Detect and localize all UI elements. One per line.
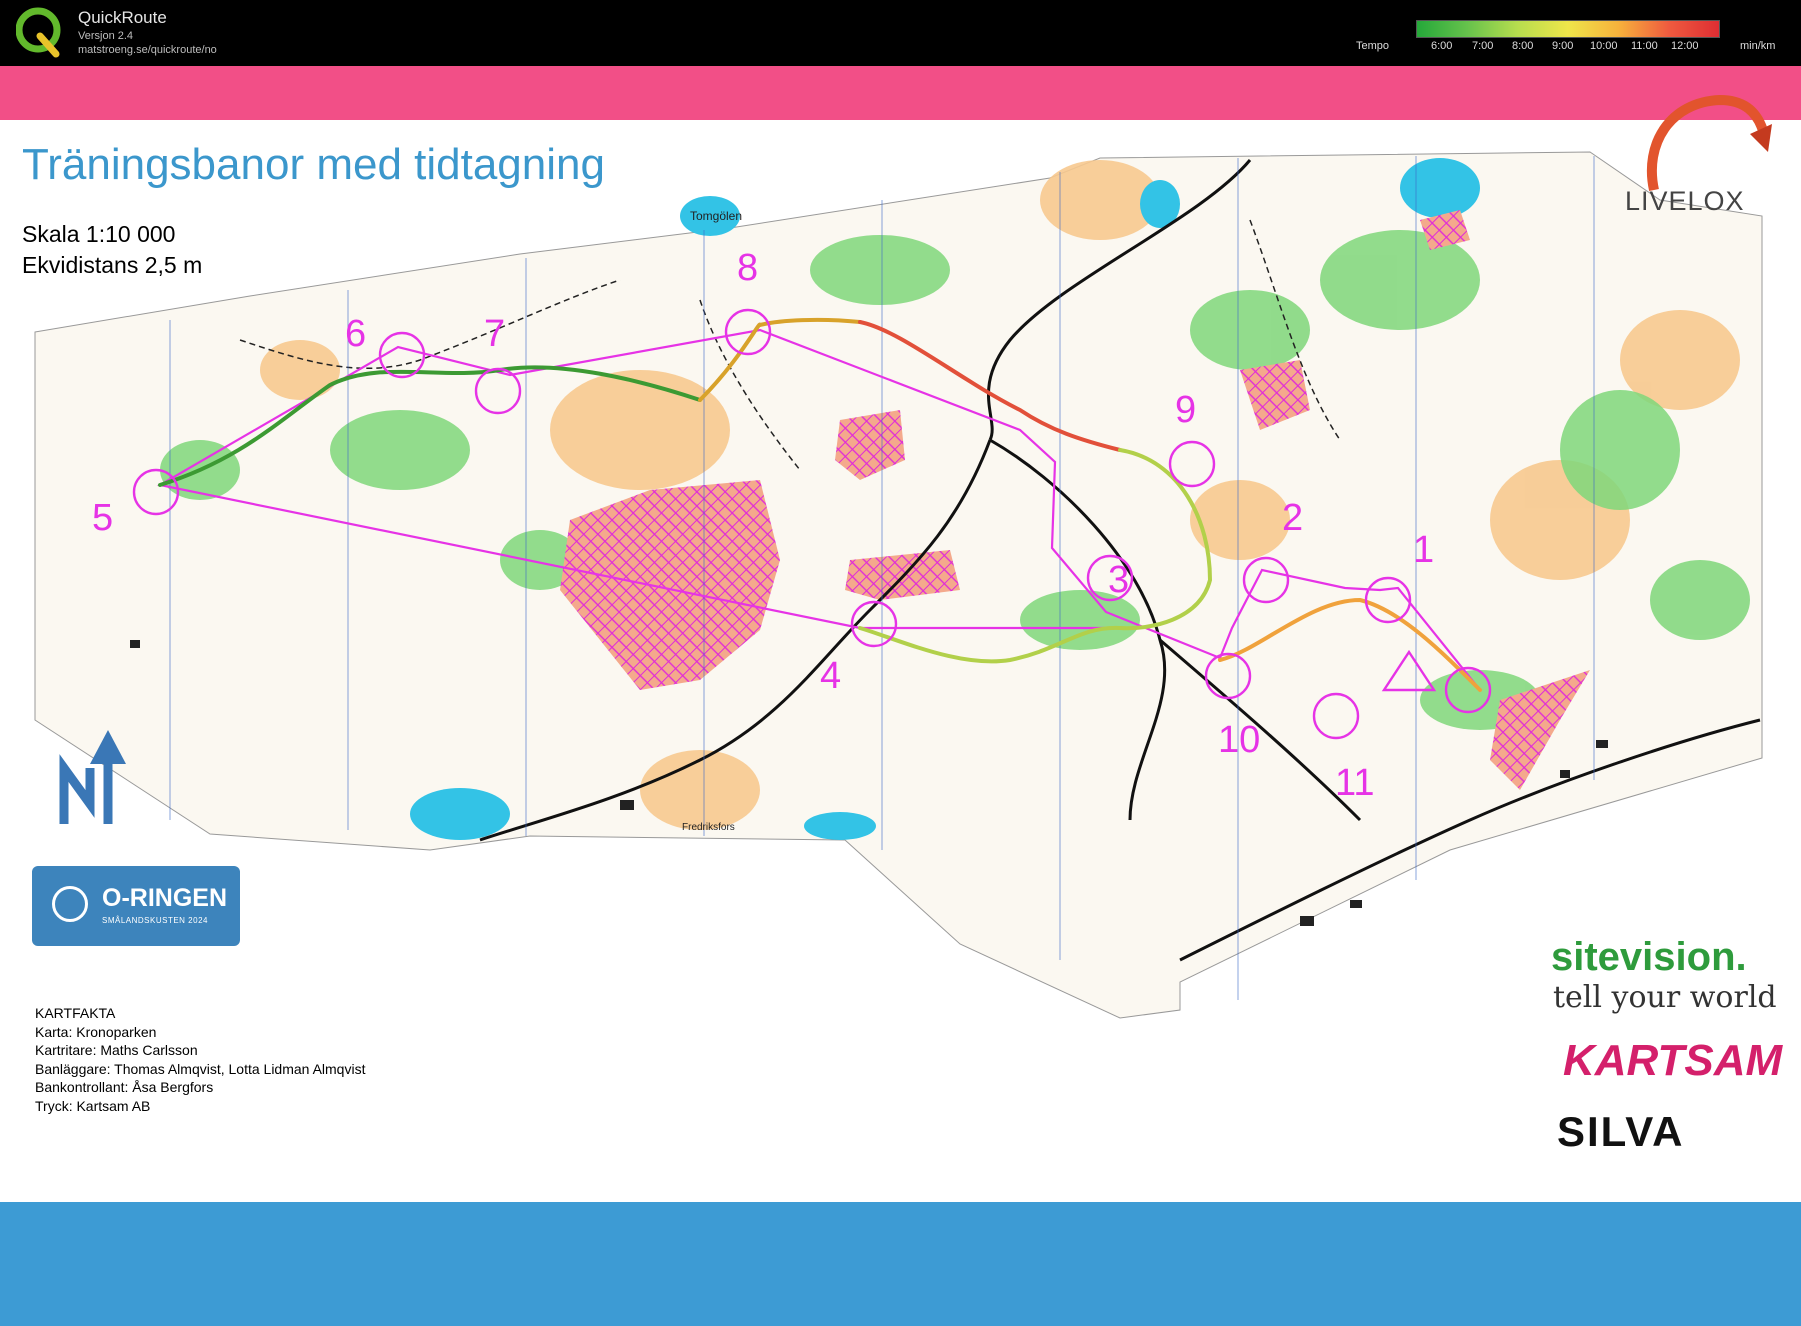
map-facts-heading: KARTFAKTA <box>35 1005 116 1021</box>
oringen-title: O-RINGEN <box>102 884 227 912</box>
map-facts-line: Kartritare: Maths Carlsson <box>35 1042 198 1058</box>
map-scale: Skala 1:10 000 <box>22 221 176 247</box>
north-arrow-icon <box>59 730 126 824</box>
control-number: 11 <box>1335 762 1374 804</box>
control-number: 4 <box>820 655 841 697</box>
map-facts-line: Karta: Kronoparken <box>35 1023 157 1040</box>
page-title: Träningsbanor med tidtagning <box>22 140 605 189</box>
control-number: 10 <box>1218 719 1260 761</box>
control-number: 1 <box>1413 529 1434 571</box>
map-facts-line: Banläggare: Thomas Almqvist, Lotta Lidma… <box>35 1060 366 1077</box>
footer-blue-band <box>0 1202 1801 1326</box>
control-number: 6 <box>345 313 366 355</box>
map-facts: KARTFAKTA Karta: Kronoparken Kartritare:… <box>35 1004 365 1115</box>
livelox-logo: LIVELOX <box>1625 186 1745 216</box>
place-name-tomgolen: Tomgölen <box>690 209 742 223</box>
control-number: 5 <box>92 497 113 539</box>
map-facts-line: Bankontrollant: Åsa Bergfors <box>35 1079 214 1095</box>
control-number: 8 <box>737 247 758 289</box>
sitevision-logo: sitevision. <box>1551 935 1747 979</box>
control-number: 2 <box>1282 497 1303 539</box>
oringen-logo: O-RINGEN SMÅLANDSKUSTEN 2024 <box>32 866 240 946</box>
control-number: 7 <box>484 313 505 355</box>
control-number: 3 <box>1108 559 1129 601</box>
control-number: 9 <box>1175 389 1196 431</box>
place-name-fredriksfors: Fredriksfors <box>682 822 735 833</box>
contour-interval: Ekvidistans 2,5 m <box>22 252 203 278</box>
oringen-subtitle: SMÅLANDSKUSTEN 2024 <box>102 916 208 925</box>
kartsam-logo: KARTSAM <box>1563 1036 1783 1085</box>
map-facts-line: Tryck: Kartsam AB <box>35 1097 151 1114</box>
livelox-swoosh-icon <box>1646 94 1772 192</box>
orienteering-map[interactable]: Tomgölen Fredriksfors 1 2 3 4 5 6 7 8 9 … <box>0 0 1801 1326</box>
silva-logo: SILVA <box>1557 1108 1685 1155</box>
sitevision-tagline: tell your world <box>1553 980 1777 1015</box>
compass-icon <box>52 886 88 922</box>
